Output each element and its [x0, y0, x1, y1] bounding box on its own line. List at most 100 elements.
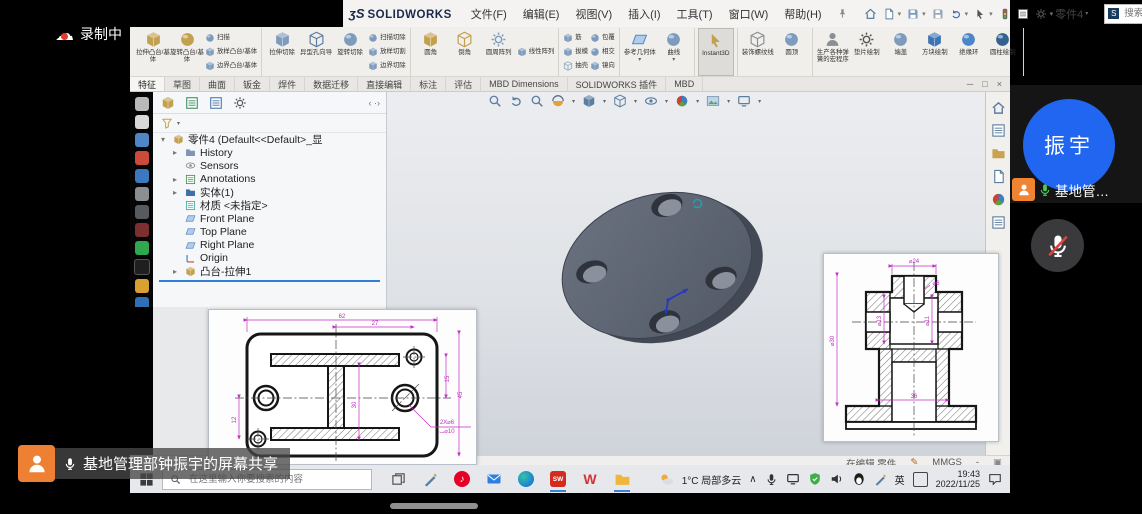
solidworks-app-button[interactable]: SW: [548, 468, 568, 490]
graphics-area[interactable]: ▾ ▾ ▾ ▾ ▾ ▾ ▾: [130, 92, 1010, 455]
bottom-drag-handle[interactable]: [390, 503, 478, 509]
spring-macro-button[interactable]: 生产各种弹簧的宏程序: [816, 28, 850, 76]
boundary-cut-button[interactable]: 边界切除: [368, 61, 406, 71]
dropdown-caret[interactable]: ▾: [696, 98, 699, 105]
dropdown-caret[interactable]: ▾: [758, 98, 761, 105]
dome-button[interactable]: 圆顶: [775, 28, 809, 76]
chamfer-button[interactable]: 倒角: [448, 28, 482, 76]
revolved-boss-button[interactable]: 旋转凸台/基体: [170, 28, 204, 76]
3d-flange-part[interactable]: [550, 180, 780, 355]
security-shield-icon[interactable]: [808, 472, 822, 486]
wrap-button[interactable]: 包覆: [590, 33, 615, 43]
drawing-overlay-plate[interactable]: 62 27 15 45 30 12 2X⌀6 ⌴⌀10: [208, 309, 477, 465]
dropdown-caret[interactable]: ▾: [898, 10, 902, 18]
swept-cut-button[interactable]: 扫描切除: [368, 33, 406, 43]
previous-view-icon[interactable]: [509, 94, 523, 108]
action-center-icon[interactable]: [988, 472, 1002, 486]
expander-icon[interactable]: ▸: [173, 267, 181, 276]
menu-help[interactable]: 帮助(H): [777, 6, 828, 22]
taskbar-clock[interactable]: 19:43 2022/11/25: [936, 469, 980, 490]
tab-mbd-dimensions[interactable]: MBD Dimensions: [481, 77, 568, 91]
shell-button[interactable]: 抽壳: [563, 61, 588, 71]
tree-item-origin[interactable]: Origin: [153, 252, 386, 265]
file-explorer-icon[interactable]: [991, 146, 1006, 161]
edit-appearance-icon[interactable]: [675, 94, 689, 108]
filter-funnel-icon[interactable]: [161, 117, 173, 129]
apply-scene-icon[interactable]: [706, 94, 720, 108]
expander-icon[interactable]: ▾: [161, 135, 169, 144]
menu-insert[interactable]: 插入(I): [621, 6, 667, 22]
dock-icon[interactable]: [135, 133, 149, 147]
insulation-ring-macro-button[interactable]: 绝缘环: [952, 28, 986, 76]
tab-sketch[interactable]: 草图: [165, 77, 200, 91]
block-macro-button[interactable]: 方块绘制: [918, 28, 952, 76]
file-explorer-button[interactable]: [612, 468, 632, 490]
select-cursor-icon[interactable]: [974, 8, 986, 20]
settings-gear-icon[interactable]: [1035, 8, 1047, 20]
tab-direct-editing[interactable]: 直接编辑: [358, 77, 411, 91]
tree-item-annotations[interactable]: ▸ Annotations: [153, 173, 386, 186]
dropdown-caret[interactable]: ▾: [1085, 10, 1088, 17]
task-view-button[interactable]: [388, 468, 408, 490]
section-view-icon[interactable]: [551, 94, 565, 108]
instant3d-button[interactable]: Instant3D: [698, 28, 734, 76]
edge-button[interactable]: [516, 468, 536, 490]
dropdown-caret[interactable]: ▾: [989, 10, 993, 18]
home-icon[interactable]: [864, 7, 877, 20]
cylinder-macro-button[interactable]: 圆柱绘制: [986, 28, 1020, 76]
dock-icon[interactable]: [135, 97, 149, 111]
menu-window[interactable]: 窗口(W): [722, 6, 776, 22]
dock-icon[interactable]: [135, 169, 149, 183]
rib-button[interactable]: 筋: [563, 33, 588, 43]
usb-device-icon[interactable]: [765, 473, 778, 486]
drawing-overlay-section[interactable]: ⌀24 ⌀6 ⌀30 ⌀13 ⌀11 36: [823, 253, 999, 442]
doc-restore-button[interactable]: □: [982, 79, 987, 89]
doc-minimize-button[interactable]: ─: [967, 79, 973, 89]
tree-root[interactable]: ▾ 零件4 (Default<<Default>_显: [153, 133, 386, 146]
tab-features[interactable]: 特征: [130, 77, 165, 91]
tab-markup[interactable]: 标注: [411, 77, 446, 91]
mute-toggle-button[interactable]: [1031, 219, 1084, 272]
configuration-manager-icon[interactable]: [209, 96, 223, 110]
custom-properties-icon[interactable]: [991, 215, 1006, 230]
draft-button[interactable]: 拔模: [563, 47, 588, 57]
zoom-fit-icon[interactable]: [488, 94, 502, 108]
dock-icon[interactable]: [135, 151, 149, 165]
feature-manager-icon[interactable]: [161, 96, 175, 110]
zoom-area-icon[interactable]: [530, 94, 544, 108]
swept-boss-button[interactable]: 扫描: [205, 33, 257, 43]
weather-icon[interactable]: [659, 472, 674, 487]
boundary-boss-button[interactable]: 边界凸台/基体: [205, 61, 257, 71]
design-library-icon[interactable]: [991, 123, 1006, 138]
lofted-boss-button[interactable]: 放样凸台/基体: [205, 47, 257, 57]
revolved-cut-button[interactable]: 旋转切除: [333, 28, 367, 76]
panel-arrows-icon[interactable]: ‹ ·›: [369, 98, 381, 108]
extruded-boss-button[interactable]: 拉伸凸台/基体: [136, 28, 170, 76]
hole-wizard-button[interactable]: 异型孔向导: [299, 28, 333, 76]
dimxpert-manager-icon[interactable]: [233, 96, 247, 110]
dropdown-caret[interactable]: ▾: [572, 98, 575, 105]
sogou-icon[interactable]: [874, 473, 887, 486]
dock-icon[interactable]: [135, 115, 149, 129]
end-cap-macro-button[interactable]: 端盖: [884, 28, 918, 76]
dropdown-caret[interactable]: ▾: [965, 10, 969, 18]
dock-icon[interactable]: [135, 223, 149, 237]
tab-sheet-metal[interactable]: 钣金: [235, 77, 270, 91]
hidden-icons-chevron[interactable]: ∧: [749, 474, 756, 485]
cosmetic-thread-button[interactable]: 装饰螺纹线: [741, 28, 775, 76]
dock-icon[interactable]: [135, 187, 149, 201]
qq-icon[interactable]: [852, 472, 866, 486]
expander-icon[interactable]: ▸: [173, 148, 181, 157]
annotation-tool-button[interactable]: [420, 468, 440, 490]
volume-icon[interactable]: [830, 472, 844, 486]
curves-button[interactable]: 曲线▾: [657, 28, 691, 76]
intersect-button[interactable]: 相交: [590, 47, 615, 57]
view-palette-icon[interactable]: [991, 169, 1006, 184]
dropdown-caret[interactable]: ▾: [634, 98, 637, 105]
tab-solidworks-addins[interactable]: SOLIDWORKS 插件: [568, 77, 667, 91]
dropdown-caret[interactable]: ▾: [1050, 10, 1054, 18]
tree-item-solid-bodies[interactable]: ▸ 实体(1): [153, 186, 386, 199]
expander-icon[interactable]: ▸: [173, 175, 181, 184]
tab-surfaces[interactable]: 曲面: [200, 77, 235, 91]
tree-item-material[interactable]: 材质 <未指定>: [153, 199, 386, 212]
